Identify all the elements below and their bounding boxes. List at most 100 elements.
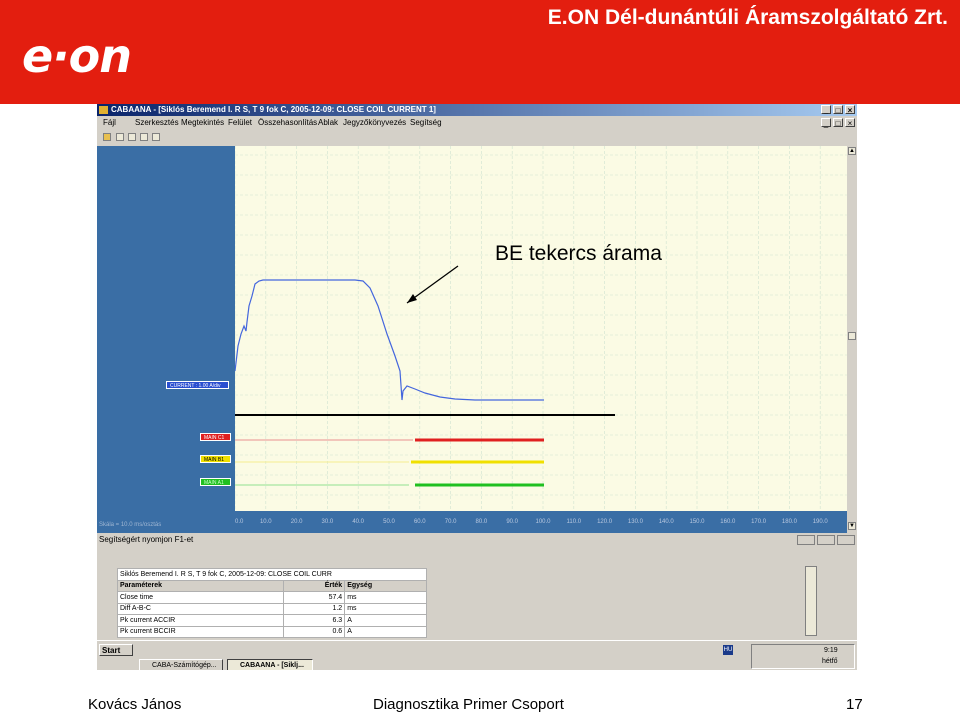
annotation-text: BE tekercs árama: [495, 242, 662, 265]
application-screenshot: CABAANA - [Siklós Beremend I. R S, T 9 f…: [97, 104, 857, 670]
x-tick-label: 90.0: [506, 519, 518, 525]
channel-label-current[interactable]: CURRENT : 1.00 A/div: [166, 381, 229, 389]
x-tick-label: 150.0: [689, 519, 705, 525]
x-tick-label: 130.0: [628, 519, 644, 525]
x-tick-label: 60.0: [414, 519, 426, 525]
x-tick-label: 180.0: [782, 519, 798, 525]
param-value: 57.4: [282, 591, 346, 604]
col-header-params: Paraméterek: [117, 579, 284, 592]
channel-label-main-a1[interactable]: MAIN A1: [200, 478, 231, 486]
table-scrollbar[interactable]: [805, 566, 817, 636]
status-panel-2: [817, 535, 835, 545]
footer-author: Kovács János: [88, 696, 182, 713]
slide-footer: Kovács János Diagnosztika Primer Csoport…: [0, 694, 960, 716]
x-tick-label: 0.0: [235, 519, 244, 525]
table-row[interactable]: Close time 57.4 ms: [117, 591, 427, 604]
parameters-table: Siklós Beremend I. R S, T 9 fok C, 2005-…: [117, 568, 427, 638]
param-name: Pk current BCCIR: [117, 625, 284, 638]
scroll-up-arrow[interactable]: ▲: [848, 147, 856, 155]
header-banner: e·on E.ON Dél-dunántúli Áramszolgáltató …: [0, 0, 960, 104]
arrow-head: [407, 294, 417, 303]
company-name: E.ON Dél-dunántúli Áramszolgáltató Zrt.: [547, 6, 948, 29]
menu-felulet[interactable]: Felület: [228, 118, 252, 128]
menu-szerkesztes[interactable]: Szerkesztés: [135, 118, 179, 128]
plot-grid: [235, 146, 847, 511]
x-tick-label: 80.0: [476, 519, 488, 525]
x-tick-label: 50.0: [383, 519, 395, 525]
channel-label-main-c1[interactable]: MAIN C1: [200, 433, 231, 441]
start-button[interactable]: Start: [99, 644, 133, 656]
status-bar: Segítségért nyomjon F1-et: [97, 534, 857, 546]
plot-vertical-scrollbar[interactable]: ▲ ▼: [847, 146, 857, 533]
param-unit: A: [344, 614, 427, 627]
x-tick-label: 110.0: [567, 519, 582, 525]
table-row[interactable]: Pk current ACCIR 6.3 A: [117, 614, 427, 627]
x-axis-ticks: 0.0 10.0 20.0 30.0 40.0 50.0 60.0 70.0 80.0 90.0 1…: [235, 511, 847, 533]
current-waveform: [235, 279, 544, 401]
page-number: 17: [846, 696, 863, 713]
x-tick-label: 70.0: [445, 519, 457, 525]
doc-close-button[interactable]: ×: [845, 118, 855, 128]
param-name: Diff A-B-C: [117, 602, 284, 615]
open-folder-icon[interactable]: [103, 133, 111, 141]
channel-panel: Skála = 10.0 ms/osztás: [97, 146, 235, 533]
scale-label: Skála = 10.0 ms/osztás: [99, 522, 162, 528]
table-row[interactable]: Pk current BCCIR 0.6 A: [117, 625, 427, 638]
clock-time: 9:19: [824, 647, 838, 654]
x-tick-label: 20.0: [291, 519, 303, 525]
system-tray: 9:19 hétfő: [751, 644, 855, 669]
param-unit: ms: [344, 591, 427, 604]
task-caba-computer[interactable]: CABA-Számítógép...: [139, 659, 223, 670]
param-value: 1.2: [282, 602, 346, 615]
scroll-down-arrow[interactable]: ▼: [848, 522, 856, 530]
minimize-button[interactable]: _: [821, 105, 831, 115]
x-tick-label: 160.0: [720, 519, 736, 525]
x-tick-label: 100.0: [535, 519, 551, 525]
doc-minimize-button[interactable]: _: [821, 118, 831, 128]
window-titlebar: CABAANA - [Siklós Beremend I. R S, T 9 f…: [97, 104, 857, 116]
language-indicator[interactable]: HU: [723, 645, 733, 655]
grid-icon[interactable]: [140, 133, 148, 141]
scroll-thumb[interactable]: [848, 332, 856, 340]
footer-group: Diagnosztika Primer Csoport: [373, 696, 564, 713]
maximize-button[interactable]: □: [833, 105, 843, 115]
x-tick-label: 40.0: [352, 519, 364, 525]
col-header-unit: Egység: [344, 579, 427, 592]
help-text: Segítségért nyomjon F1-et: [99, 535, 194, 544]
menu-ablak[interactable]: Ablak: [318, 118, 338, 128]
x-tick-label: 170.0: [751, 519, 767, 525]
task-cabaana[interactable]: CABAANA - [Siklj...: [227, 659, 313, 670]
table-row[interactable]: Diff A-B-C 1.2 ms: [117, 602, 427, 615]
param-name: Close time: [117, 591, 284, 604]
menu-fajl[interactable]: Fájl: [103, 118, 116, 128]
menu-bar: Fájl Szerkesztés Megtekintés Felület Öss…: [97, 116, 857, 129]
channel-label-main-b1[interactable]: MAIN B1: [200, 455, 231, 463]
save-icon[interactable]: [116, 133, 124, 141]
window-title: CABAANA - [Siklós Beremend I. R S, T 9 f…: [111, 105, 436, 114]
menu-jegyzokonyvezes[interactable]: Jegyzőkönyvezés: [343, 118, 406, 128]
x-tick-label: 30.0: [322, 519, 334, 525]
x-tick-label: 140.0: [659, 519, 675, 525]
param-name: Pk current ACCIR: [117, 614, 284, 627]
menu-megtekintes[interactable]: Megtekintés: [181, 118, 224, 128]
clock-day: hétfő: [822, 658, 838, 665]
print-icon[interactable]: [152, 133, 160, 141]
menu-segitseg[interactable]: Segítség: [410, 118, 442, 128]
windows-taskbar: Start CABA-Számítógép... CABAANA - [Sikl…: [97, 640, 857, 670]
doc-maximize-button[interactable]: □: [833, 118, 843, 128]
param-value: 6.3: [282, 614, 346, 627]
waveform-plot: 0.0 10.0 20.0 30.0 40.0 50.0 60.0 70.0 80.0 90.0 1…: [235, 146, 847, 533]
param-unit: A: [344, 625, 427, 638]
param-value: 0.6: [282, 625, 346, 638]
close-button[interactable]: ×: [845, 105, 855, 115]
x-tick-label: 10.0: [260, 519, 272, 525]
waveform-svg: 0.0 10.0 20.0 30.0 40.0 50.0 60.0 70.0 80.0 90.0 1…: [235, 146, 847, 533]
x-tick-label: 120.0: [597, 519, 613, 525]
zoom-icon[interactable]: [128, 133, 136, 141]
table-caption: Siklós Beremend I. R S, T 9 fok C, 2005-…: [117, 568, 427, 581]
col-header-value: Érték: [282, 579, 346, 592]
status-panel-3: [837, 535, 855, 545]
start-label: Start: [102, 646, 121, 655]
toolbar: [97, 130, 857, 144]
menu-osszehasonlitas[interactable]: Összehasonlítás: [258, 118, 317, 128]
